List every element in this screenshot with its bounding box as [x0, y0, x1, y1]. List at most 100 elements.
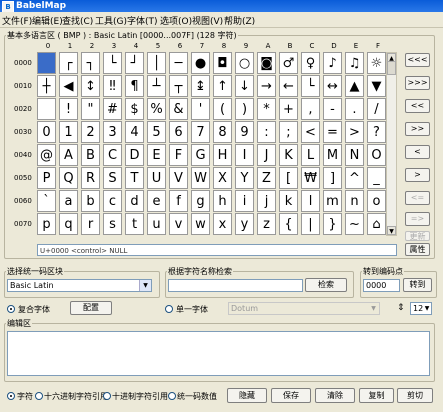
next-page-button[interactable]: >>: [405, 122, 430, 136]
name-search-input[interactable]: [168, 279, 303, 292]
char-cell[interactable]: ,: [301, 98, 320, 120]
char-cell[interactable]: ┘: [125, 52, 144, 74]
char-cell[interactable]: C: [103, 144, 122, 166]
char-cell[interactable]: ": [81, 98, 100, 120]
char-cell[interactable]: ◘: [213, 52, 232, 74]
menu-file[interactable]: 文件(F): [2, 14, 32, 27]
char-cell[interactable]: y: [235, 213, 254, 235]
char-cell[interactable]: 9: [235, 121, 254, 143]
char-cell[interactable]: /: [367, 98, 386, 120]
char-cell[interactable]: ┴: [147, 75, 166, 97]
char-cell[interactable]: |: [301, 213, 320, 235]
char-cell[interactable]: =: [323, 121, 342, 143]
char-cell[interactable]: (: [213, 98, 232, 120]
char-cell[interactable]: W: [191, 167, 210, 189]
char-cell[interactable]: ): [235, 98, 254, 120]
char-cell[interactable]: b: [81, 190, 100, 212]
char-cell[interactable]: ♪: [323, 52, 342, 74]
output-dec-radio[interactable]: [103, 392, 111, 400]
size-chevron-down-icon[interactable]: ▼: [423, 303, 431, 314]
char-cell[interactable]: @: [37, 144, 56, 166]
char-cell[interactable]: └: [103, 52, 122, 74]
char-cell[interactable]: H: [213, 144, 232, 166]
back-history-button[interactable]: <=: [405, 191, 430, 205]
char-cell[interactable]: │: [147, 52, 166, 74]
output-unicode-radio[interactable]: [168, 392, 176, 400]
char-cell[interactable]: 6: [169, 121, 188, 143]
char-cell[interactable]: g: [191, 190, 210, 212]
char-cell[interactable]: ▼: [367, 75, 386, 97]
char-cell[interactable]: ◀: [59, 75, 78, 97]
char-cell[interactable]: X: [213, 167, 232, 189]
char-cell[interactable]: ☼: [367, 52, 386, 74]
char-cell[interactable]: v: [169, 213, 188, 235]
char-cell[interactable]: ~: [345, 213, 364, 235]
char-cell[interactable]: ↨: [191, 75, 210, 97]
char-cell[interactable]: 8: [213, 121, 232, 143]
char-cell[interactable]: :: [257, 121, 276, 143]
char-cell[interactable]: ▲: [345, 75, 364, 97]
char-cell[interactable]: ↔: [323, 75, 342, 97]
char-cell[interactable]: _: [367, 167, 386, 189]
char-cell[interactable]: 3: [103, 121, 122, 143]
char-cell[interactable]: B: [81, 144, 100, 166]
output-hex-radio[interactable]: [35, 392, 43, 400]
next-button[interactable]: >: [405, 168, 430, 182]
char-cell[interactable]: 7: [191, 121, 210, 143]
char-cell[interactable]: x: [213, 213, 232, 235]
char-cell[interactable]: ─: [169, 52, 188, 74]
char-cell[interactable]: ◙: [257, 52, 276, 74]
goto-button[interactable]: 转到: [403, 278, 432, 292]
char-cell[interactable]: ↑: [213, 75, 232, 97]
char-cell[interactable]: 0: [37, 121, 56, 143]
char-cell[interactable]: I: [235, 144, 254, 166]
update-button[interactable]: 更新: [405, 231, 430, 241]
char-cell[interactable]: ┌: [59, 52, 78, 74]
block-select[interactable]: Basic Latin ▼: [7, 279, 152, 292]
prev-button[interactable]: <: [405, 145, 430, 159]
char-cell[interactable]: c: [103, 190, 122, 212]
char-cell[interactable]: k: [279, 190, 298, 212]
char-cell[interactable]: Z: [257, 167, 276, 189]
char-cell[interactable]: q: [59, 213, 78, 235]
char-cell[interactable]: V: [169, 167, 188, 189]
char-cell[interactable]: K: [279, 144, 298, 166]
char-cell[interactable]: G: [191, 144, 210, 166]
char-cell[interactable]: p: [37, 213, 56, 235]
output-char-radio[interactable]: [7, 392, 15, 400]
char-cell[interactable]: f: [169, 190, 188, 212]
char-cell[interactable]: Q: [59, 167, 78, 189]
char-cell[interactable]: ↓: [235, 75, 254, 97]
char-cell[interactable]: 4: [125, 121, 144, 143]
char-cell[interactable]: <: [301, 121, 320, 143]
char-cell[interactable]: ♫: [345, 52, 364, 74]
char-cell[interactable]: !: [59, 98, 78, 120]
menu-help[interactable]: 帮助(Z): [224, 14, 255, 27]
char-cell[interactable]: 2: [81, 121, 100, 143]
char-cell[interactable]: S: [103, 167, 122, 189]
properties-button[interactable]: 属性: [405, 243, 430, 256]
char-cell[interactable]: ←: [279, 75, 298, 97]
scroll-thumb[interactable]: [387, 61, 396, 75]
char-cell[interactable]: $: [125, 98, 144, 120]
char-cell[interactable]: N: [345, 144, 364, 166]
char-cell[interactable]: R: [81, 167, 100, 189]
char-cell[interactable]: w: [191, 213, 210, 235]
grid-scrollbar[interactable]: ▲ ▼: [386, 52, 397, 236]
save-button[interactable]: 保存: [271, 388, 311, 403]
char-cell[interactable]: E: [147, 144, 166, 166]
char-cell[interactable]: T: [125, 167, 144, 189]
char-cell[interactable]: j: [257, 190, 276, 212]
char-cell[interactable]: ┐: [81, 52, 100, 74]
char-cell[interactable]: ^: [345, 167, 364, 189]
menu-tools[interactable]: 工具(G): [95, 14, 127, 27]
char-cell[interactable]: ⌂: [367, 213, 386, 235]
clear-button[interactable]: 清除: [315, 388, 355, 403]
menu-find[interactable]: 查找(C): [62, 14, 93, 27]
char-cell[interactable]: ]: [323, 167, 342, 189]
edit-textarea[interactable]: [7, 331, 430, 376]
scroll-down-icon[interactable]: ▼: [387, 226, 396, 235]
char-cell[interactable]: 1: [59, 121, 78, 143]
char-cell[interactable]: a: [59, 190, 78, 212]
first-block-button[interactable]: <<<: [405, 53, 430, 67]
